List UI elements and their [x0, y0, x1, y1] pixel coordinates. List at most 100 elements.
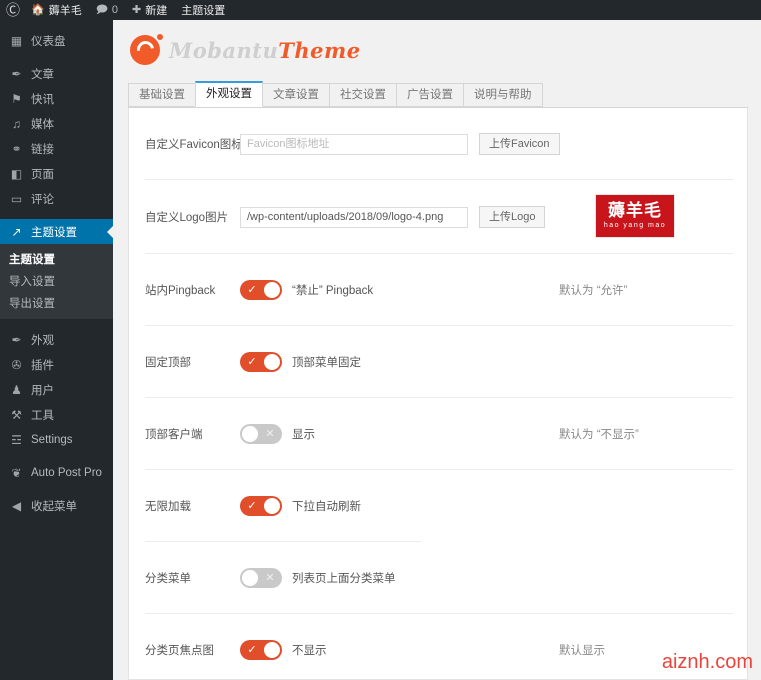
comments-menu[interactable]: 🗩 0 [89, 0, 125, 20]
sidebar-item-label: 页面 [31, 168, 54, 181]
sidebar-item-label: 工具 [31, 409, 54, 422]
sidebar-item-posts[interactable]: ✒ 文章 [0, 61, 113, 86]
sidebar-item-users[interactable]: ♟ 用户 [0, 377, 113, 402]
top-client-hint: 默认为 “不显示” [559, 429, 639, 441]
brand-wordmark: MobantuTheme [169, 38, 361, 63]
sidebar-item-label: 快讯 [31, 93, 54, 106]
logo-label: 自定义Logo图片 [145, 212, 229, 224]
check-icon: ✓ [247, 644, 257, 656]
admin-bar: Ⓒ 🏠 薅羊毛 🗩 0 ✚ 新建 主题设置 [0, 0, 761, 20]
sidebar-item-links[interactable]: ⚭ 链接 [0, 136, 113, 161]
tab-social[interactable]: 社交设置 [329, 83, 397, 107]
site-name-label: 薅羊毛 [48, 5, 82, 17]
sidebar-collapse-label: 收起菜单 [31, 500, 77, 513]
sidebar-item-appearance[interactable]: ✒ 外观 [0, 327, 113, 352]
tab-ads[interactable]: 广告设置 [396, 83, 464, 107]
sidebar-subitem-export-settings[interactable]: 导出设置 [0, 292, 113, 314]
sidebar-divider [0, 452, 113, 460]
upload-favicon-button[interactable]: 上传Favicon [479, 133, 560, 155]
settings-panel: 自定义Favicon图标 上传Favicon 自定义Logo图片 上传Logo … [128, 108, 748, 680]
user-icon: ♟ [11, 382, 22, 397]
sidebar-item-news-flash[interactable]: ⚑ 快讯 [0, 86, 113, 111]
fixed-top-label: 固定顶部 [145, 357, 191, 369]
site-watermark: aiznh.com [661, 651, 753, 673]
sidebar-divider [0, 485, 113, 493]
link-icon: ⚭ [11, 141, 22, 156]
setting-row-logo: 自定义Logo图片 上传Logo 薅羊毛 hao yang mao [129, 180, 747, 254]
logo-url-input[interactable] [240, 206, 468, 228]
tab-help[interactable]: 说明与帮助 [463, 83, 543, 107]
favicon-url-input[interactable] [240, 133, 468, 155]
sidebar-item-label: 链接 [31, 143, 54, 156]
dashboard-icon: ▦ [10, 33, 23, 48]
sidebar-item-media[interactable]: ♫ 媒体 [0, 111, 113, 136]
logo-preview-text: 薅羊毛 [608, 200, 662, 221]
setting-row-category-focus-image: 分类页焦点图 ✓ 不显示 默认显示 [129, 614, 747, 679]
wordpress-logo-icon[interactable]: Ⓒ [0, 0, 24, 20]
infinite-load-toggle[interactable]: ✓ [240, 496, 282, 516]
tab-basic[interactable]: 基础设置 [128, 83, 196, 107]
sidebar-item-label: Settings [31, 433, 73, 446]
settings-tabs: 基础设置 外观设置 文章设置 社交设置 广告设置 说明与帮助 [128, 80, 748, 108]
upload-logo-button[interactable]: 上传Logo [479, 206, 546, 228]
fixed-top-toggle[interactable]: ✓ [240, 352, 282, 372]
category-focus-image-label: 分类页焦点图 [145, 645, 214, 657]
sidebar-divider [0, 211, 113, 219]
sidebar-item-plugins[interactable]: ✇ 插件 [0, 352, 113, 377]
setting-row-category-menu: 分类菜单 ✕ 列表页上面分类菜单 [129, 542, 747, 614]
mobantu-swirl-logo-icon [130, 34, 163, 66]
media-icon: ♫ [12, 116, 21, 131]
sidebar-item-label: 外观 [31, 334, 54, 347]
pingback-toggle-text: “禁止” Pingback [292, 285, 374, 297]
sidebar-collapse-menu[interactable]: ◀ 收起菜单 [0, 493, 113, 518]
theme-settings-menu[interactable]: 主题设置 [174, 0, 232, 20]
top-client-label: 顶部客户端 [145, 429, 203, 441]
brand-name-second: Theme [278, 37, 361, 63]
close-icon: ✕ [265, 572, 275, 584]
brand-name-first: Mobantu [169, 37, 279, 63]
pingback-hint: 默认为 “允许” [559, 285, 628, 297]
top-client-toggle[interactable]: ✕ [240, 424, 282, 444]
main-content: MobantuTheme 基础设置 外观设置 文章设置 社交设置 广告设置 说明… [113, 20, 761, 680]
top-client-toggle-text: 显示 [292, 429, 315, 441]
sidebar-item-dashboard[interactable]: ▦ 仪表盘 [0, 28, 113, 53]
close-icon: ✕ [265, 428, 275, 440]
flag-icon: ⚑ [11, 91, 22, 106]
settings-sliders-icon: ☲ [11, 432, 22, 447]
logo-preview-pinyin: hao yang mao [603, 221, 667, 229]
favicon-label: 自定义Favicon图标 [145, 139, 243, 151]
comments-count: 0 [111, 4, 119, 16]
sidebar-subitem-import-settings[interactable]: 导入设置 [0, 270, 113, 292]
brush-icon: ↗ [11, 224, 22, 239]
sidebar-item-label: 用户 [31, 384, 54, 397]
check-icon: ✓ [247, 284, 257, 296]
comment-bubble-icon: 🗩 [95, 3, 108, 16]
pingback-toggle[interactable]: ✓ [240, 280, 282, 300]
sidebar-item-auto-post-pro[interactable]: ❦ Auto Post Pro [0, 460, 113, 485]
sidebar-item-comments[interactable]: ▭ 评论 [0, 186, 113, 211]
setting-row-pingback: 站内Pingback ✓ “禁止” Pingback 默认为 “允许” [129, 254, 747, 326]
appearance-icon: ✒ [11, 332, 22, 347]
tab-article[interactable]: 文章设置 [262, 83, 330, 107]
plus-icon: ✚ [132, 3, 142, 16]
setting-row-favicon: 自定义Favicon图标 上传Favicon [129, 108, 747, 180]
category-focus-image-toggle[interactable]: ✓ [240, 640, 282, 660]
category-menu-toggle[interactable]: ✕ [240, 568, 282, 588]
sidebar-subitem-theme-settings[interactable]: 主题设置 [0, 248, 113, 270]
admin-sidebar: ▦ 仪表盘 ✒ 文章 ⚑ 快讯 ♫ 媒体 ⚭ 链接 ◧ 页面 ▭ 评论 ↗ 主题… [0, 20, 114, 680]
check-icon: ✓ [247, 500, 257, 512]
sidebar-item-label: 媒体 [31, 118, 54, 131]
site-name-menu[interactable]: 🏠 薅羊毛 [24, 0, 89, 20]
sidebar-item-label: 文章 [31, 68, 54, 81]
theme-settings-label: 主题设置 [181, 5, 226, 17]
infinite-load-toggle-text: 下拉自动刷新 [292, 501, 361, 513]
tab-appearance[interactable]: 外观设置 [195, 81, 263, 107]
pingback-label: 站内Pingback [145, 285, 216, 297]
sidebar-item-tools[interactable]: ⚒ 工具 [0, 402, 113, 427]
sidebar-item-settings[interactable]: ☲ Settings [0, 427, 113, 452]
sidebar-item-pages[interactable]: ◧ 页面 [0, 161, 113, 186]
new-content-menu[interactable]: ✚ 新建 [125, 0, 174, 20]
check-icon: ✓ [247, 356, 257, 368]
sidebar-item-theme-settings[interactable]: ↗ 主题设置 [0, 219, 114, 244]
infinite-load-label: 无限加载 [145, 501, 191, 513]
